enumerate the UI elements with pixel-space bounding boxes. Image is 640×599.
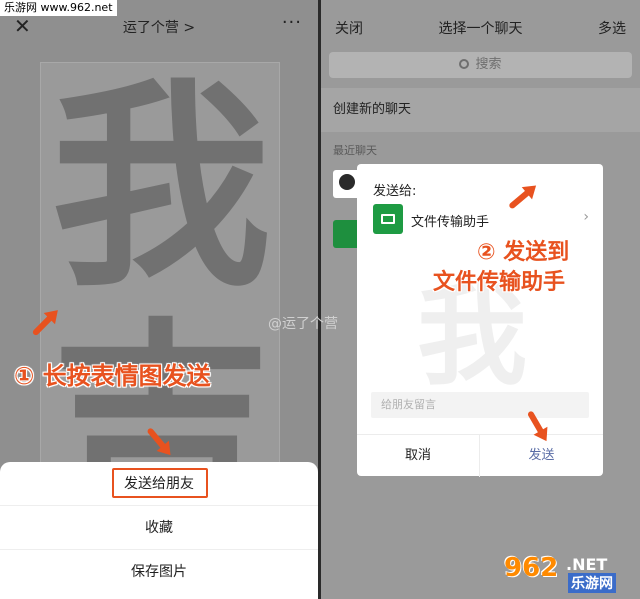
annotation-step-1: ① 长按表情图发送	[14, 362, 211, 390]
logo-net: .NET	[566, 555, 608, 574]
dialog-actions: 取消 发送	[357, 434, 603, 477]
favorite-item[interactable]: 收藏	[0, 506, 318, 550]
folder-icon	[373, 204, 403, 234]
annotation-step-2: ② 发送到 文件传输助手	[433, 238, 569, 298]
highlight-box	[112, 468, 208, 498]
search-placeholder: 搜索	[475, 57, 502, 72]
right-screenshot: 关闭 选择一个聊天 多选 搜索 创建新的聊天 最近聊天 发送给: 文件传输助手 …	[321, 0, 640, 599]
nav-bar: 关闭 选择一个聊天 多选	[321, 0, 640, 48]
site-tag: 乐游网 www.962.net	[0, 0, 117, 16]
page-title[interactable]: 运了个营 >	[0, 17, 318, 37]
search-input[interactable]: 搜索	[329, 52, 632, 78]
sticker-image[interactable]: 我 吉	[40, 60, 280, 543]
annotation-line-2: 文件传输助手	[433, 270, 566, 295]
send-dialog: 发送给: 文件传输助手 › 我 给朋友留言 取消 发送	[357, 164, 603, 477]
save-image-item[interactable]: 保存图片	[0, 550, 318, 594]
logo-cn: 乐游网	[568, 573, 616, 593]
watermark: @运了个营	[268, 316, 338, 332]
page-title: 选择一个聊天	[438, 21, 523, 37]
more-button[interactable]: ···	[282, 12, 302, 33]
sticker-char-1: 我	[50, 60, 271, 316]
annotation-line-1: ② 发送到	[477, 240, 570, 265]
site-logo: 962 .NET 乐游网	[504, 553, 634, 593]
recent-chats-label: 最近聊天	[333, 144, 377, 157]
left-screenshot: ✕ 运了个营 > ··· 我 吉 ① 长按表情图发送 发送给朋友 收藏 保存图片	[0, 0, 318, 599]
logo-number: 962	[504, 553, 559, 583]
multi-select-button[interactable]: 多选	[598, 18, 626, 38]
cancel-button[interactable]: 取消	[357, 435, 480, 477]
target-name: 文件传输助手	[411, 215, 490, 230]
search-icon	[459, 59, 470, 69]
send-target[interactable]: 文件传输助手 ›	[373, 204, 589, 234]
chevron-right-icon: ›	[583, 209, 589, 225]
dialog-title: 发送给:	[373, 184, 417, 199]
message-field[interactable]: 给朋友留言	[371, 392, 589, 418]
new-chat-item[interactable]: 创建新的聊天	[321, 88, 640, 132]
